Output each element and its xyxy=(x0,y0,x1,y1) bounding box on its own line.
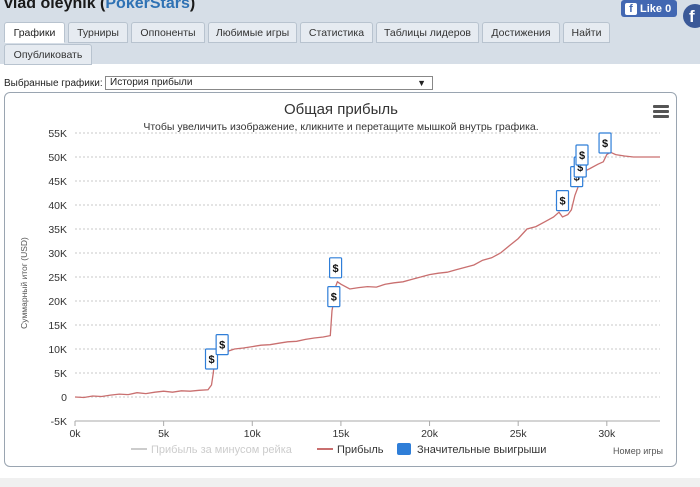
y-tick-label: -5K xyxy=(51,416,67,428)
legend-label: Значительные выигрыши xyxy=(417,444,546,456)
legend-item[interactable]: Значительные выигрыши xyxy=(397,443,546,456)
tab-tournaments[interactable]: Турниры xyxy=(68,22,128,43)
y-tick-label: 25K xyxy=(48,272,67,284)
page-bottom-strip xyxy=(0,478,700,487)
y-tick-label: 10K xyxy=(48,344,67,356)
chart-title: Общая прибыль xyxy=(284,101,398,118)
chart-subtitle: Чтобы увеличить изображение, кликните и … xyxy=(143,121,538,133)
tab-graphs[interactable]: Графики xyxy=(4,22,65,43)
tab-opponents[interactable]: Оппоненты xyxy=(131,22,205,43)
y-tick-label: 50K xyxy=(48,152,67,164)
site-link[interactable]: PokerStars xyxy=(105,0,190,12)
legend-label: Прибыль xyxy=(337,444,384,456)
player-title: vlad oleynik (PokerStars) xyxy=(4,0,195,13)
y-tick-label: 45K xyxy=(48,176,67,188)
big-win-marker-label: $ xyxy=(331,292,337,304)
tab-statistics[interactable]: Статистика xyxy=(300,22,373,43)
tab-leaderboards[interactable]: Таблицы лидеров xyxy=(376,22,479,43)
like-label: Like 0 xyxy=(640,2,672,15)
chart-selector-label: Выбранные графики: xyxy=(4,77,103,89)
chart-panel: Общая прибыль Чтобы увеличить изображени… xyxy=(4,92,677,467)
big-win-marker[interactable]: $ xyxy=(598,132,612,154)
x-tick-label: 25k xyxy=(510,428,528,440)
y-tick-label: 5K xyxy=(54,368,67,380)
y-tick-label: 20K xyxy=(48,296,67,308)
facebook-like-button[interactable]: f Like 0 xyxy=(621,0,677,17)
y-tick-label: 30K xyxy=(48,248,67,260)
chart-select-value: История прибыли xyxy=(110,77,193,88)
facebook-icon: f xyxy=(625,2,637,15)
tab-publish[interactable]: Опубликовать xyxy=(4,44,92,65)
big-win-marker-label: $ xyxy=(219,340,225,352)
big-win-marker-label: $ xyxy=(602,138,608,150)
big-win-marker-label: $ xyxy=(559,196,565,208)
chevron-down-icon: ▼ xyxy=(417,78,426,88)
big-win-marker[interactable]: $ xyxy=(555,189,570,212)
y-tick-label: 55K xyxy=(48,128,67,140)
tab-search[interactable]: Найти xyxy=(563,22,610,43)
x-axis-title: Номер игры xyxy=(613,446,663,456)
legend-item[interactable]: Прибыль xyxy=(317,444,384,456)
x-tick-label: 5k xyxy=(158,428,170,440)
legend-swatch xyxy=(397,443,411,455)
y-axis-title: Суммарный итог (USD) xyxy=(19,237,29,329)
chart-menu-icon[interactable] xyxy=(653,105,669,119)
chart-select[interactable]: История прибыли ▼ xyxy=(105,76,433,90)
profit-series-line xyxy=(74,151,660,399)
tab-favorite-games[interactable]: Любимые игры xyxy=(208,22,297,43)
tab-achievements[interactable]: Достижения xyxy=(482,22,560,43)
site-paren-close: ) xyxy=(189,0,196,12)
big-win-marker[interactable]: $ xyxy=(328,257,343,279)
big-win-marker[interactable]: $ xyxy=(215,334,229,356)
big-win-marker-label: $ xyxy=(579,150,585,162)
chart-selector-row: Выбранные графики: История прибыли ▼ xyxy=(4,76,433,90)
x-tick-label: 0k xyxy=(69,428,81,440)
facebook-corner-icon[interactable]: f xyxy=(683,4,700,28)
x-tick-label: 10k xyxy=(244,428,262,440)
big-win-marker[interactable]: $ xyxy=(327,286,341,308)
x-tick-label: 30k xyxy=(598,428,616,440)
big-win-marker-label: $ xyxy=(208,354,214,366)
y-tick-label: 15K xyxy=(48,320,67,332)
y-tick-label: 35K xyxy=(48,224,67,236)
big-win-marker[interactable]: $ xyxy=(575,144,589,166)
legend-label: Прибыль за минусом рейка xyxy=(151,444,293,456)
profit-chart[interactable]: Общая прибыль Чтобы увеличить изображени… xyxy=(5,93,678,468)
y-tick-label: 0 xyxy=(61,392,67,404)
player-name: vlad oleynik xyxy=(4,0,96,12)
legend-item[interactable]: Прибыль за минусом рейка xyxy=(131,444,293,456)
x-tick-label: 15k xyxy=(332,428,350,440)
x-tick-label: 20k xyxy=(421,428,439,440)
big-win-marker-label: $ xyxy=(333,263,339,275)
y-tick-label: 40K xyxy=(48,200,67,212)
